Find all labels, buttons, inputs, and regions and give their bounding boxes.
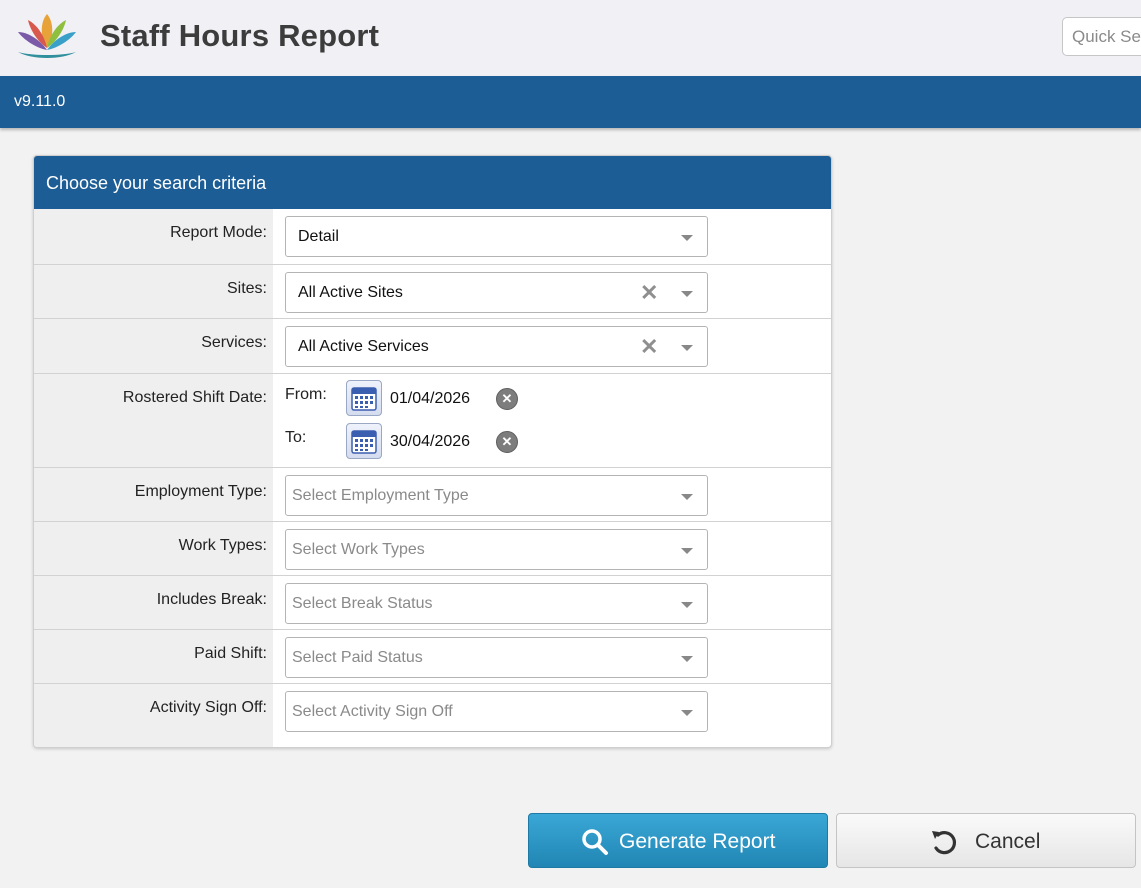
calendar-icon [351,387,377,411]
services-label: Services: [201,334,267,351]
page-title: Staff Hours Report [100,18,380,53]
search-icon [582,829,608,855]
activity-sign-off-row: Activity Sign Off: Select Activity Sign … [34,683,831,747]
generate-report-button[interactable]: Generate Report [528,813,828,868]
to-date-value[interactable]: 30/04/2026 [390,433,470,451]
shift-date-row: Rostered Shift Date: From: 01/04/2026 ✕ … [34,373,831,467]
report-mode-select[interactable]: Detail [285,216,708,257]
quick-search-input[interactable] [1062,17,1141,56]
to-calendar-button[interactable] [346,423,382,459]
work-types-placeholder: Select Work Types [292,541,425,558]
caret-down-icon[interactable] [681,494,693,500]
includes-break-select[interactable]: Select Break Status [285,583,708,624]
caret-down-icon[interactable] [681,710,693,716]
app-header: Staff Hours Report [0,0,1141,76]
work-types-label: Work Types: [178,537,267,554]
paid-shift-label: Paid Shift: [194,645,267,662]
activity-sign-off-placeholder: Select Activity Sign Off [292,703,453,720]
version-label: v9.11.0 [14,93,66,110]
generate-report-label: Generate Report [619,830,776,853]
activity-sign-off-select[interactable]: Select Activity Sign Off [285,691,708,732]
cancel-label: Cancel [975,830,1041,853]
caret-down-icon[interactable] [681,345,693,351]
employment-type-select[interactable]: Select Employment Type [285,475,708,516]
employment-type-placeholder: Select Employment Type [292,487,469,504]
paid-shift-placeholder: Select Paid Status [292,649,423,666]
caret-down-icon[interactable] [681,656,693,662]
work-types-select[interactable]: Select Work Types [285,529,708,570]
panel-title: Choose your search criteria [34,156,831,209]
caret-down-icon[interactable] [681,548,693,554]
clear-icon[interactable]: ✕ [640,282,658,304]
clear-to-date-icon[interactable]: ✕ [496,431,518,453]
caret-down-icon[interactable] [681,291,693,297]
undo-icon [932,831,957,855]
employment-type-row: Employment Type: Select Employment Type [34,467,831,521]
to-label: To: [285,429,307,446]
sites-label: Sites: [226,280,267,297]
work-types-row: Work Types: Select Work Types [34,521,831,575]
cancel-button[interactable]: Cancel [836,813,1136,868]
activity-sign-off-label: Activity Sign Off: [149,699,267,716]
paid-shift-select[interactable]: Select Paid Status [285,637,708,678]
employment-type-label: Employment Type: [134,483,267,500]
report-mode-value: Detail [298,228,339,245]
version-bar: v9.11.0 [0,76,1141,128]
services-row: Services: All Active Services ✕ [34,318,831,373]
calendar-icon [351,430,377,454]
caret-down-icon[interactable] [681,602,693,608]
from-label: From: [285,386,327,403]
includes-break-placeholder: Select Break Status [292,595,433,612]
caret-down-icon[interactable] [681,235,693,241]
services-value: All Active Services [298,338,429,355]
report-mode-row: Report Mode: Detail [34,209,831,264]
clear-icon[interactable]: ✕ [640,336,658,358]
includes-break-label: Includes Break: [156,591,267,608]
from-calendar-button[interactable] [346,380,382,416]
lotus-logo-icon [18,14,76,58]
shift-date-label: Rostered Shift Date: [122,389,267,406]
sites-value: All Active Sites [298,284,403,301]
sites-select[interactable]: All Active Sites ✕ [285,272,708,313]
from-date-value[interactable]: 01/04/2026 [390,390,470,408]
includes-break-row: Includes Break: Select Break Status [34,575,831,629]
report-mode-label: Report Mode: [170,224,267,241]
sites-row: Sites: All Active Sites ✕ [34,264,831,318]
paid-shift-row: Paid Shift: Select Paid Status [34,629,831,683]
services-select[interactable]: All Active Services ✕ [285,326,708,367]
search-criteria-panel: Choose your search criteria Report Mode:… [33,155,832,748]
clear-from-date-icon[interactable]: ✕ [496,388,518,410]
